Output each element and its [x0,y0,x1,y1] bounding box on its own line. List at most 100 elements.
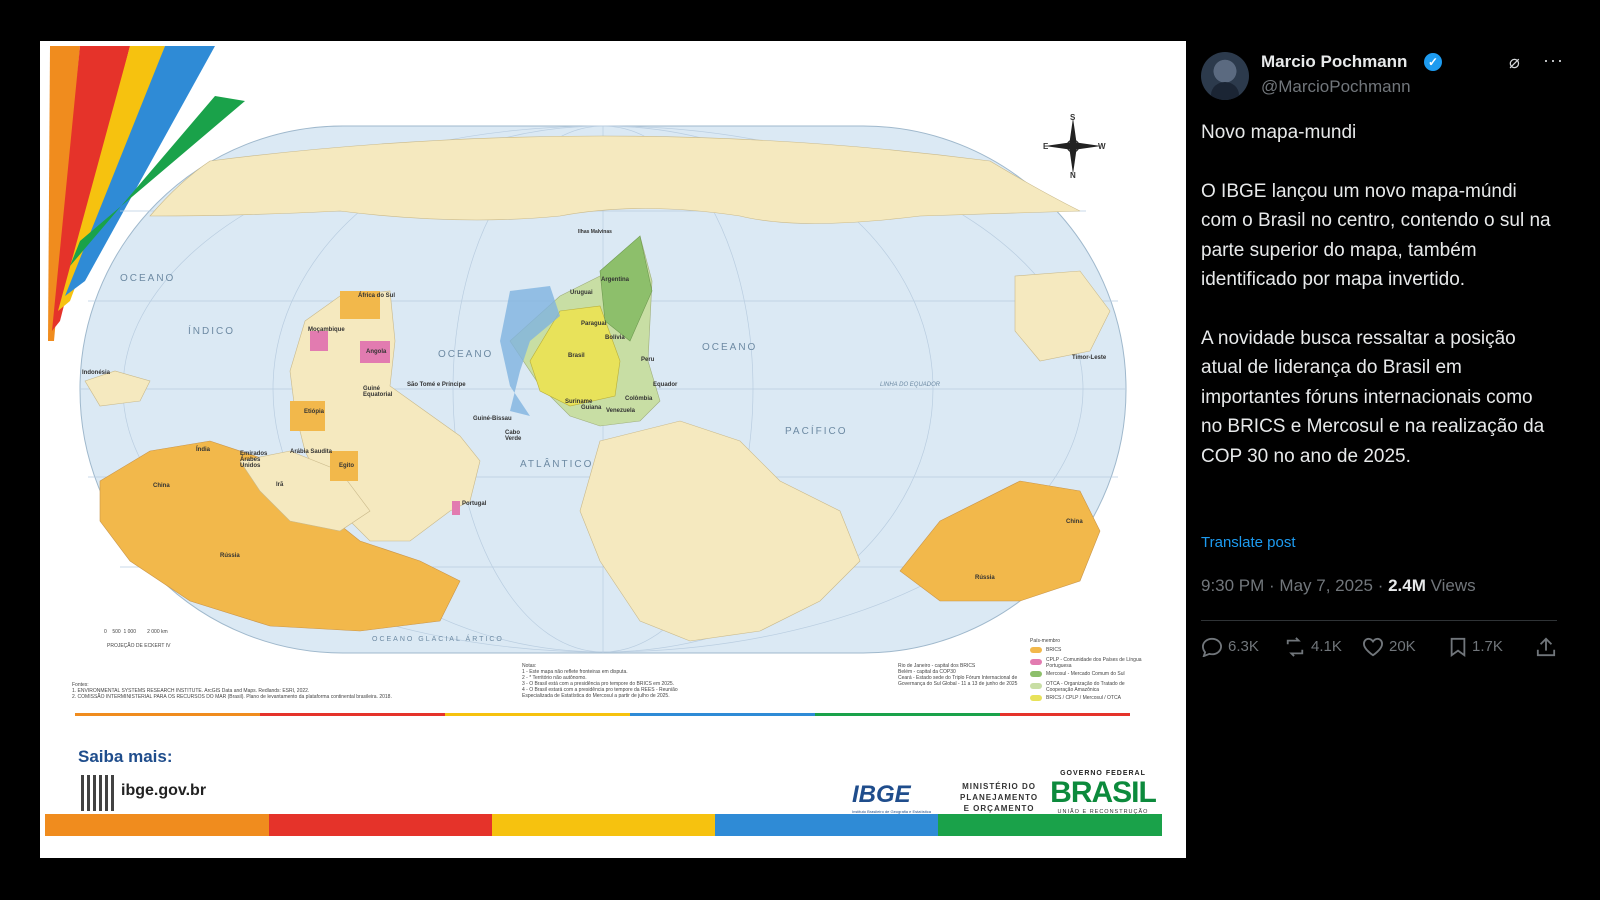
country-label: Venezuela [606,408,636,414]
ethiopia-shape [290,401,325,431]
map-image[interactable]: S N E W OCEANO ÍNDICO OCEANO ATLÂNTICO O… [40,41,1186,858]
more-options-icon[interactable]: ··· [1543,50,1564,71]
portugal-shape [452,501,460,515]
compass-s: S [1070,113,1076,122]
country-label: Rússia [975,575,995,581]
saiba-mais-heading: Saiba mais: [78,747,173,766]
reply-button[interactable]: 6.3K [1201,637,1259,658]
like-count: 20K [1389,637,1416,655]
ibge-logo: IBGE [852,781,911,808]
ocean-label: OCEANO [120,273,176,284]
like-button[interactable]: 20K [1362,637,1416,657]
legend-label: OTCA - Organização do Tratado de Coopera… [1046,681,1125,693]
country-label: Etiópia [304,409,325,415]
country-label: Moçambique [308,327,345,333]
ocean-label: ÍNDICO [188,326,235,337]
ocean-label: OCEANO [438,349,494,360]
country-label: China [1066,519,1083,525]
author-handle[interactable]: @MarcioPochmann [1261,77,1411,97]
bookmark-button[interactable]: 1.7K [1449,637,1503,657]
governo-federal-logo: GOVERNO FEDERAL BRASIL UNIÃO E RECONSTRU… [1048,770,1158,815]
bookmark-count: 1.7K [1472,637,1503,655]
legend-label: BRICS [1046,647,1062,653]
map-scale: 0 500 1 000 2 000 km [104,629,168,635]
country-label: Arábia Saudita [290,449,333,455]
bookmark-icon [1450,637,1466,657]
country-label: Rússia [220,553,240,559]
footer-color-bar [45,814,1162,836]
equator-label: LINHA DO EQUADOR [880,382,941,388]
divider [1201,620,1557,621]
repost-button[interactable]: 4.1K [1284,637,1342,657]
grok-icon[interactable]: ⌀ [1509,52,1520,73]
reply-icon [1201,637,1223,658]
compass-rose [1045,118,1101,174]
avatar[interactable] [1201,52,1249,100]
country-label: Guiné-Bissau [473,416,512,422]
country-label: Portugal [462,501,487,507]
qr-code-icon [81,775,117,811]
legend-label: CPLP - Comunidade dos Países de Língua P… [1046,657,1142,669]
legend-title: País-membro [1030,638,1061,644]
country-label: China [153,483,170,489]
tweet-panel: Marcio Pochmann ✓ @MarcioPochmann ⌀ ··· … [1201,0,1564,900]
tweet-text: Novo mapa-mundi O IBGE lançou um novo ma… [1201,118,1556,500]
compass-w: W [1098,142,1106,151]
country-label: Angola [366,349,387,355]
color-rule [75,713,1130,716]
country-label: Guiné Equatorial [363,386,393,398]
tweet-timestamp[interactable]: 9:30 PM · May 7, 2025 · [1201,576,1388,595]
ocean-label: OCEANO [702,342,758,353]
legend-label: Mercosul - Mercado Comum do Sul [1046,671,1125,677]
country-label: Uruguai [570,290,593,296]
verified-badge-icon: ✓ [1424,53,1442,71]
country-label: Argentina [601,277,630,283]
gov-brasil-text: BRASIL [1050,776,1157,809]
country-label: Irã [276,482,284,488]
country-label: Bolívia [605,335,625,341]
share-icon [1536,637,1556,657]
country-label: Emirados Árabes Unidos [240,451,268,469]
author-name[interactable]: Marcio Pochmann [1261,52,1407,72]
country-label: Cabo Verde [505,430,522,442]
legend-label: BRICS / CPLP / Mercosul / OTCA [1046,695,1121,701]
map-projection: PROJEÇÃO DE ECKERT IV [107,643,171,649]
ibge-logo-subtitle: Instituto Brasileiro de Geografia e Esta… [852,809,931,814]
compass-n: N [1070,171,1076,180]
map-symbols: Rio de Janeiro - capital dos BRICS Belém… [898,663,1018,687]
country-label: São Tomé e Príncipe [407,382,466,388]
views-count: 2.4M [1388,576,1426,595]
compass-e: E [1043,142,1049,151]
ocean-label: ATLÂNTICO [520,459,594,470]
map-sources: Fontes: 1. ENVIRONMENTAL SYSTEMS RESEARC… [72,682,392,700]
tweet-paragraph: O IBGE lançou um novo mapa-múndi com o B… [1201,180,1551,291]
country-label: Paraguai [581,321,607,327]
tweet-paragraph: A novidade busca ressaltar a posição atu… [1201,327,1545,467]
tweet-meta: 9:30 PM · May 7, 2025 · 2.4M Views [1201,576,1476,596]
country-label: Indonésia [82,370,111,376]
tweet-paragraph: Novo mapa-mundi [1201,122,1357,143]
ocean-label: OCEANO GLACIAL ÁRTICO [372,636,504,643]
country-label: Guiana [581,405,602,411]
country-label: Peru [641,357,655,363]
country-label: Colômbia [625,396,653,402]
gov-sub-text: UNIÃO E RECONSTRUÇÃO [1057,809,1149,815]
repost-count: 4.1K [1311,637,1342,655]
country-label: Índia [196,447,211,453]
ministerio-logo: MINISTÉRIO DO PLANEJAMENTO E ORÇAMENTO [960,782,1039,813]
legend-swatches [1030,647,1042,701]
ibge-site-link: ibge.gov.br [121,782,207,799]
repost-icon [1286,637,1304,657]
action-bar: 6.3K 4.1K 20K 1.7K [1201,637,1557,661]
world-map-graphic [45,46,1162,836]
country-label: África do Sul [358,293,396,299]
ocean-label: PACÍFICO [785,426,848,437]
country-label: Ilhas Malvinas [578,229,612,235]
heart-icon [1362,637,1384,657]
translate-post-link[interactable]: Translate post [1201,534,1296,551]
mozambique-shape [310,331,328,351]
country-label: Timor-Leste [1072,355,1107,361]
reply-count: 6.3K [1228,637,1259,655]
share-button[interactable] [1535,637,1562,657]
country-label: Egito [339,463,354,469]
